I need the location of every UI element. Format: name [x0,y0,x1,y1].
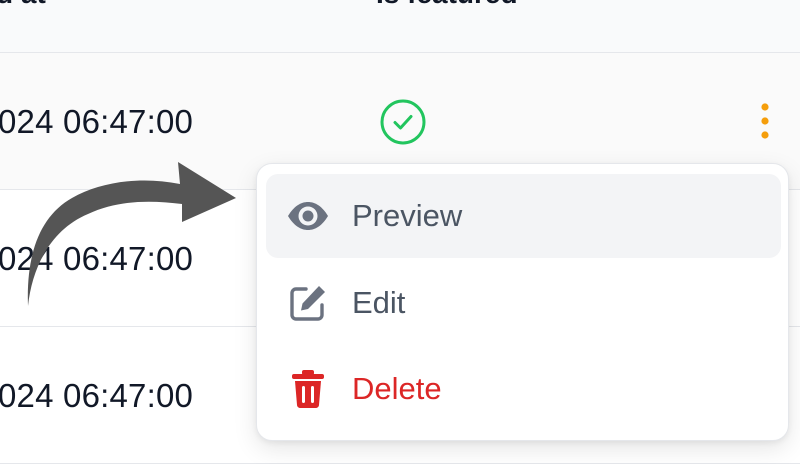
check-circle-icon [380,99,426,145]
menu-item-delete[interactable]: Delete [266,347,781,431]
menu-item-preview[interactable]: Preview [266,174,781,258]
menu-item-label: Delete [352,371,442,406]
eye-icon [288,202,328,230]
menu-item-label: Edit [352,285,406,320]
trash-icon [292,370,324,408]
column-header-label: Is featured [376,0,518,10]
sort-chevron-icon[interactable] [60,0,74,1]
sort-chevron-icon[interactable] [532,0,546,1]
annotation-arrow-icon [27,162,236,306]
created-at-cell: 024 06:47:00 [0,377,194,414]
column-header-is-featured[interactable]: Is featured [376,0,546,10]
table-header-row: d at Is featured [0,0,800,53]
row-actions-menu: Preview Edit Delete [256,163,789,441]
column-header-created-at[interactable]: d at [0,0,74,10]
column-header-label: d at [0,0,46,10]
pencil-square-icon [290,286,325,321]
menu-item-edit[interactable]: Edit [266,261,781,345]
row-actions-kebab-icon[interactable] [757,101,773,141]
menu-item-label: Preview [352,198,463,233]
created-at-cell: 024 06:47:00 [0,103,194,140]
